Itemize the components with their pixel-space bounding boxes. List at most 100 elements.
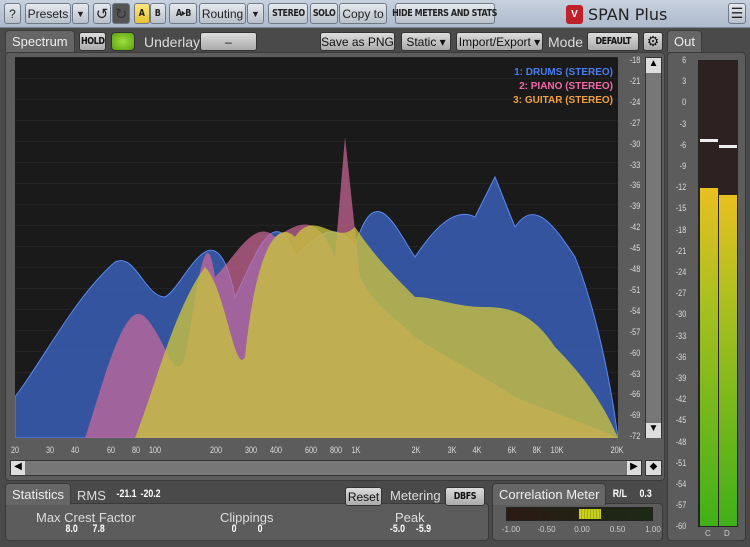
out-tick-label: -54	[675, 479, 687, 489]
top-toolbar: ? Presets ▼ ↺ ↻ A B A▸B Routing ▼ STEREO…	[0, 0, 750, 28]
rms-label: RMS	[77, 488, 106, 503]
scroll-left-icon[interactable]: ◀	[11, 461, 25, 475]
frequency-tick-label: 1K	[351, 445, 361, 455]
mode-select[interactable]: DEFAULT	[587, 32, 639, 51]
copy-to-button[interactable]: Copy to	[339, 3, 387, 24]
presets-button[interactable]: Presets	[25, 3, 71, 24]
frequency-tick-label: 3K	[447, 445, 457, 455]
copy-a-to-b-button[interactable]: A▸B	[169, 3, 197, 24]
out-tick-label: -51	[675, 457, 687, 468]
scroll-down-icon[interactable]: ▼	[646, 423, 661, 438]
reset-button[interactable]: Reset	[345, 487, 382, 506]
solo-button[interactable]: SOLO	[310, 3, 338, 24]
underlay-label: Underlay	[144, 34, 201, 50]
out-tick-label: -45	[675, 415, 687, 426]
frequency-tick-label: 4K	[472, 445, 482, 455]
db-tick-label: -24	[629, 96, 641, 107]
out-tick-label: -36	[675, 351, 687, 362]
channel-label-d: D	[724, 529, 730, 538]
redo-icon[interactable]: ↻	[112, 3, 130, 24]
horizontal-scrollbar[interactable]: ◀ ▶	[10, 460, 642, 476]
out-tick-label: -3	[679, 118, 687, 129]
tab-correlation-meter[interactable]: Correlation Meter	[492, 483, 607, 505]
db-tick-label: -60	[629, 347, 641, 358]
meter-bar-left	[700, 187, 718, 526]
scroll-up-icon[interactable]: ▲	[646, 58, 661, 73]
db-tick-label: -33	[629, 159, 641, 170]
underlay-select[interactable]: –	[200, 32, 257, 51]
frequency-tick-label: 600	[305, 445, 318, 455]
db-tick-label: -45	[629, 243, 641, 254]
frequency-tick-label: 10K	[550, 445, 563, 455]
frequency-tick-label: 6K	[507, 445, 517, 455]
out-tick-label: -48	[675, 436, 687, 447]
zoom-reset-icon[interactable]: ◆	[645, 460, 662, 476]
out-tick-label: -60	[675, 521, 687, 532]
legend-piano: 2: PIANO (STEREO)	[519, 81, 613, 92]
out-tick-label: -33	[675, 330, 687, 341]
static-dropdown[interactable]: Static ▾	[401, 32, 451, 51]
routing-dropdown-icon[interactable]: ▼	[247, 3, 264, 24]
hold-button[interactable]: HOLD	[79, 32, 106, 51]
db-tick-label: -69	[629, 410, 641, 421]
metering-select[interactable]: DBFS	[445, 487, 485, 506]
preset-a-button[interactable]: A	[134, 3, 150, 24]
save-png-button[interactable]: Save as PNG	[320, 32, 395, 51]
out-tick-label: -6	[679, 139, 687, 150]
undo-icon[interactable]: ↺	[93, 3, 111, 24]
mode-label: Mode	[548, 34, 584, 50]
db-tick-label: -36	[629, 180, 641, 191]
db-tick-label: -18	[629, 55, 641, 65]
help-button[interactable]: ?	[4, 3, 21, 24]
correlation-bar	[506, 507, 653, 521]
clippings-left: 0	[231, 523, 237, 535]
spectrum-plot: 1: DRUMS (STEREO) 2: PIANO (STEREO) 3: G…	[15, 57, 618, 438]
frequency-tick-label: 400	[270, 445, 283, 455]
tab-statistics[interactable]: Statistics	[5, 483, 72, 505]
channel-label-c: C	[705, 529, 711, 538]
out-tick-label: -21	[675, 245, 687, 256]
frequency-tick-label: 8K	[532, 445, 542, 455]
meter-bar-right	[719, 194, 737, 526]
menu-icon[interactable]: ☰	[728, 3, 746, 24]
routing-button[interactable]: Routing	[199, 3, 246, 24]
settings-gear-icon[interactable]: ⚙	[643, 32, 663, 51]
tab-out[interactable]: Out	[667, 30, 702, 52]
peak-right: -5.9	[415, 523, 432, 535]
legend-drums: 1: DRUMS (STEREO)	[514, 67, 613, 78]
db-tick-label: -21	[629, 75, 641, 86]
correlation-tick-label: 1.00	[645, 525, 661, 534]
db-tick-label: -66	[629, 389, 641, 400]
clippings-label: Clippings	[220, 510, 274, 525]
correlation-tick-label: 0.50	[609, 525, 626, 534]
out-tick-label: -18	[675, 224, 687, 235]
db-tick-label: -57	[629, 326, 641, 337]
preset-b-button[interactable]: B	[150, 3, 166, 24]
frequency-tick-label: 800	[330, 445, 343, 455]
db-tick-label: -42	[629, 222, 641, 233]
out-tick-label: 6	[682, 55, 687, 65]
out-tick-label: 0	[682, 97, 687, 108]
db-tick-label: -48	[629, 264, 641, 274]
db-tick-label: -51	[629, 284, 641, 295]
out-tick-label: -39	[675, 373, 687, 383]
out-tick-label: 3	[682, 76, 687, 87]
frequency-tick-label: 80	[131, 445, 140, 455]
import-export-dropdown[interactable]: Import/Export ▾	[456, 32, 543, 51]
stereo-button[interactable]: STEREO	[268, 3, 308, 24]
out-tick-label: -9	[679, 161, 687, 171]
output-level-meter	[698, 60, 738, 527]
frequency-tick-label: 20	[10, 445, 20, 455]
tab-spectrum[interactable]: Spectrum	[5, 30, 75, 52]
presets-dropdown-icon[interactable]: ▼	[72, 3, 89, 24]
out-tick-label: -30	[675, 309, 687, 320]
correlation-tick-label: 0.00	[574, 525, 590, 534]
out-tick-label: -57	[675, 500, 687, 511]
out-tick-label: -15	[675, 203, 687, 214]
scroll-right-icon[interactable]: ▶	[627, 461, 641, 475]
hold-indicator[interactable]	[111, 32, 135, 51]
rms-left: -21.1	[116, 488, 137, 500]
db-tick-label: -27	[629, 117, 641, 128]
vertical-scrollbar[interactable]: ▲ ▼	[645, 57, 662, 438]
hide-meters-button[interactable]: HIDE METERS AND STATS	[393, 3, 498, 24]
